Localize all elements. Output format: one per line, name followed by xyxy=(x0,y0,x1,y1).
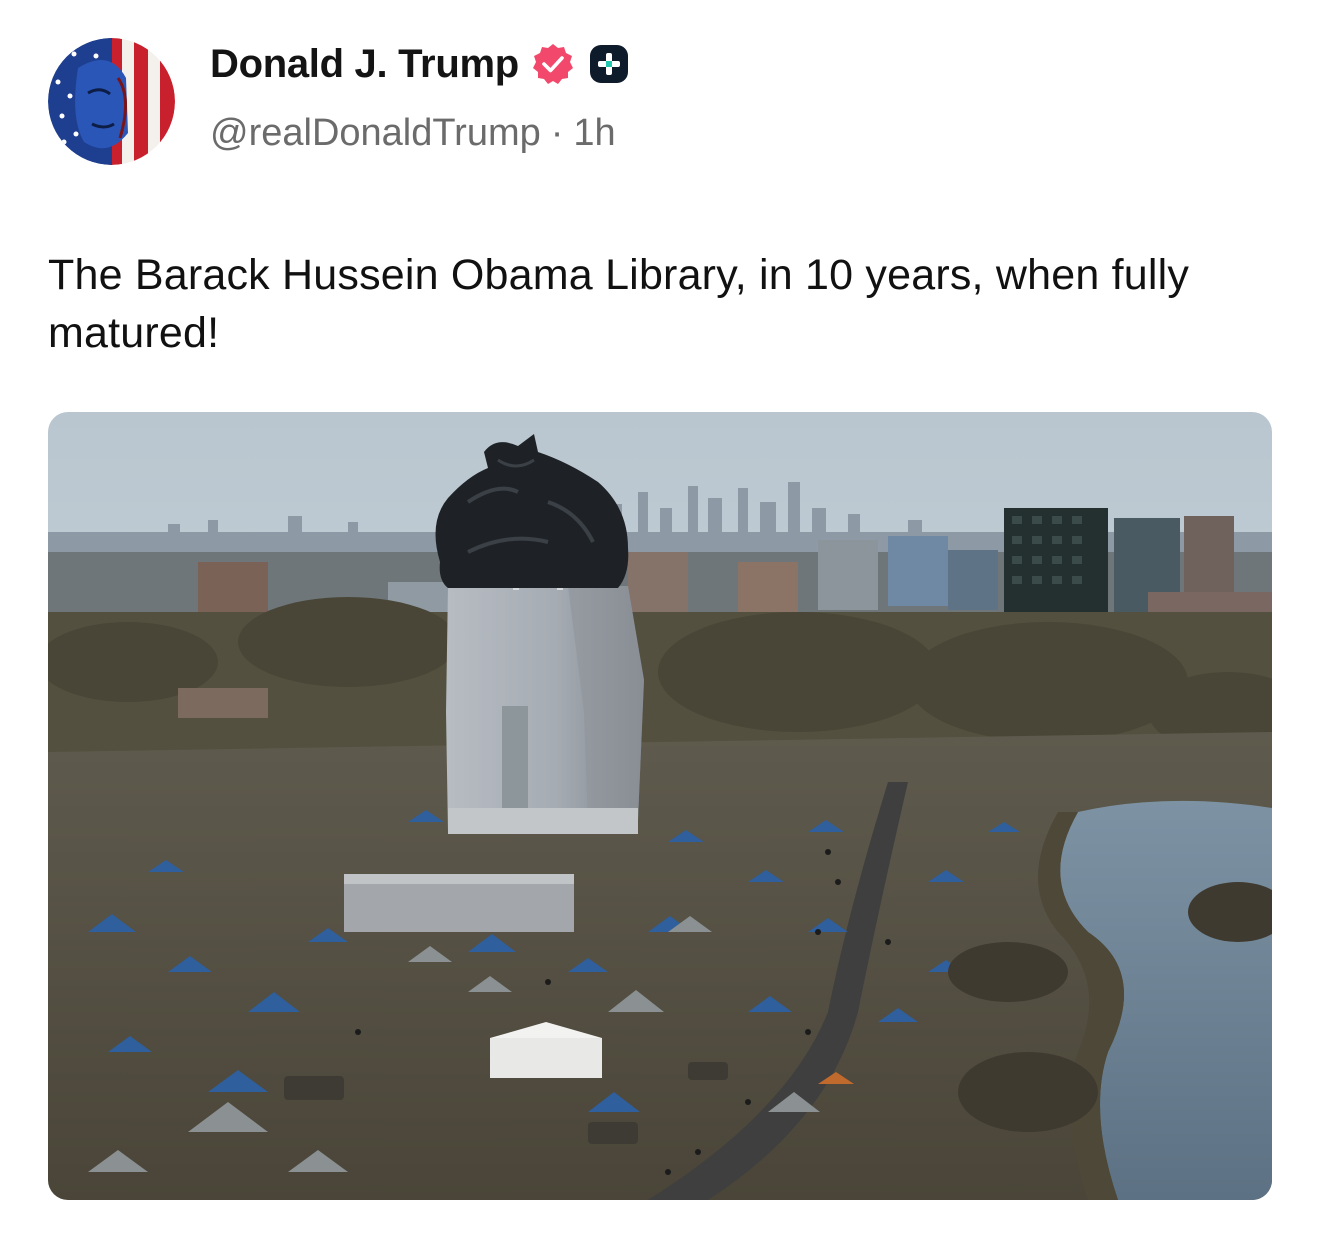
meta-separator: · xyxy=(550,112,564,154)
plus-badge-icon xyxy=(587,42,631,86)
author-meta: @realDonaldTrump · 1h xyxy=(210,112,616,155)
author-handle[interactable]: @realDonaldTrump xyxy=(210,112,541,155)
display-name[interactable]: Donald J. Trump xyxy=(210,42,519,87)
verified-badge-icon xyxy=(531,42,575,86)
post-timestamp[interactable]: 1h xyxy=(573,112,615,155)
post-text: The Barack Hussein Obama Library, in 10 … xyxy=(48,251,1190,357)
post-card: Donald J. Trump @realDonaldTrump · 1h Th… xyxy=(0,0,1320,1234)
post-image[interactable] xyxy=(48,412,1272,1200)
avatar[interactable] xyxy=(48,38,175,165)
author-row: Donald J. Trump xyxy=(210,40,631,88)
